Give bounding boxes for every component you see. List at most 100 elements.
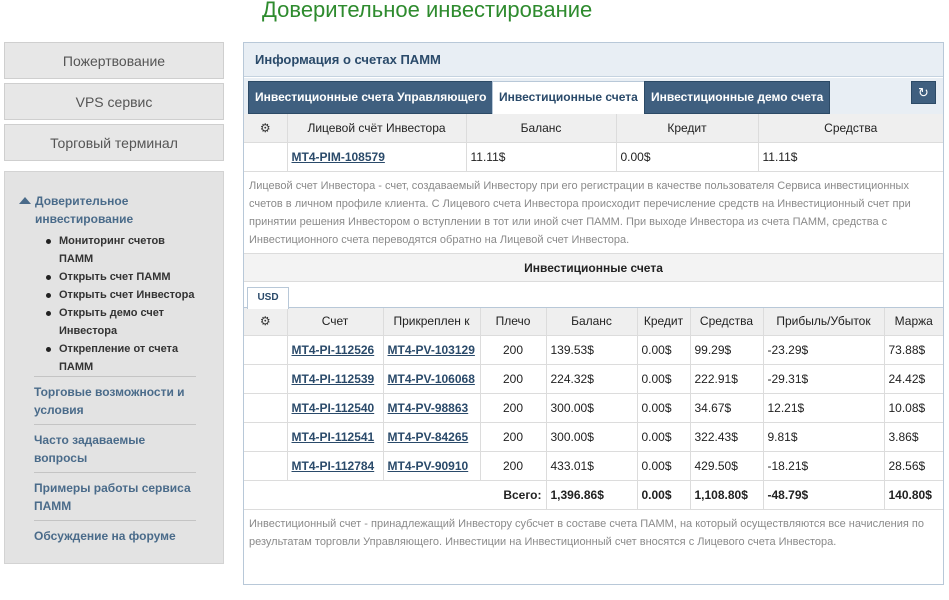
table-cell: 429.50$ xyxy=(690,451,764,481)
table-cell xyxy=(244,335,288,365)
account-link[interactable]: MT4-PI-112526 xyxy=(292,343,375,357)
tab-investment-accounts[interactable]: Инвестиционные счета xyxy=(492,81,645,115)
table-cell xyxy=(244,422,288,452)
table-cell: 28.56$ xyxy=(884,451,943,481)
table-cell xyxy=(244,364,288,394)
table-cell: MT4-PI-112526 xyxy=(287,335,384,365)
table-row: MT4-PI-112540 MT4-PV-98863 200 300.00$ 0… xyxy=(244,393,943,423)
panel-content: ⚙ Лицевой счёт Инвестора Баланс Кредит С… xyxy=(244,114,943,555)
table-cell: 0.00$ xyxy=(637,335,691,365)
table-cell: -29.31$ xyxy=(763,364,885,394)
table-cell: MT4-PI-112784 xyxy=(287,451,384,481)
table-row: MT4-PI-112539 MT4-PV-106068 200 224.32$ … xyxy=(244,364,943,394)
attached-account-link[interactable]: MT4-PV-90910 xyxy=(388,459,469,473)
refresh-icon: ↻ xyxy=(918,85,929,100)
column-header: Средства xyxy=(758,114,943,143)
table-cell: 24.42$ xyxy=(884,364,943,394)
submenu-item-open-pamm[interactable]: Открыть счет ПАММ xyxy=(46,268,195,286)
table-cell: 322.43$ xyxy=(690,422,764,452)
sidebar-button-vps[interactable]: VPS сервис xyxy=(4,83,224,120)
tab-currency-usd[interactable]: USD xyxy=(247,286,289,309)
table-cell: 139.53$ xyxy=(546,335,638,365)
sidebar-button-donation[interactable]: Пожертвование xyxy=(4,42,224,79)
table-row: MT4-PI-112541 MT4-PV-84265 200 300.00$ 0… xyxy=(244,422,943,452)
attached-account-link[interactable]: MT4-PV-103129 xyxy=(388,343,475,357)
total-pnl: -48.79$ xyxy=(763,480,885,510)
investor-account-note: Лицевой счет Инвестора - счет, создаваем… xyxy=(244,172,943,254)
menu-section-trust-investing: Доверительное инвестирование Мониторинг … xyxy=(19,192,195,376)
total-margin: 140.80$ xyxy=(884,480,943,510)
table-cell: 200 xyxy=(480,422,547,452)
table-cell: 200 xyxy=(480,335,547,365)
account-link[interactable]: MT4-PI-112541 xyxy=(292,430,375,444)
table-row: MT4-PI-112784 MT4-PV-90910 200 433.01$ 0… xyxy=(244,451,943,481)
table-cell: MT4-PV-106068 xyxy=(383,364,481,394)
menu-link-trading-conditions[interactable]: Торговые возможности и условия xyxy=(34,383,196,419)
table-row: MT4-PI-112526 MT4-PV-103129 200 139.53$ … xyxy=(244,335,943,365)
sidebar-button-terminal[interactable]: Торговый терминал xyxy=(4,124,224,161)
account-link[interactable]: MT4-PI-112540 xyxy=(292,401,375,415)
investment-account-note: Инвестиционный счет - принадлежащий Инве… xyxy=(249,518,924,548)
attached-account-link[interactable]: MT4-PV-106068 xyxy=(388,372,475,386)
investor-account-link[interactable]: MT4-PIM-108579 xyxy=(292,150,385,164)
settings-gear-icon[interactable]: ⚙ xyxy=(244,114,288,143)
column-header: Плечо xyxy=(480,307,547,336)
sidebar-menu: Доверительное инвестирование Мониторинг … xyxy=(4,171,224,564)
table-cell: 0.00$ xyxy=(637,451,691,481)
table-cell xyxy=(287,480,383,510)
submenu-item-detach[interactable]: Открепление от счета ПАММ xyxy=(46,340,195,376)
table-row: MT4-PIM-108579 11.11$ 0.00$ 11.11$ xyxy=(244,142,943,172)
table-cell: 12.21$ xyxy=(763,393,885,423)
column-header: Средства xyxy=(690,307,764,336)
menu-section-header[interactable]: Доверительное инвестирование xyxy=(19,192,195,228)
submenu-item-open-demo[interactable]: Открыть демо счет Инвестора xyxy=(46,304,195,340)
column-header: Кредит xyxy=(616,114,759,143)
column-header: Баланс xyxy=(546,307,638,336)
investor-account-table: ⚙ Лицевой счёт Инвестора Баланс Кредит С… xyxy=(244,114,943,172)
table-header-row: ⚙ Лицевой счёт Инвестора Баланс Кредит С… xyxy=(244,114,943,143)
account-link[interactable]: MT4-PI-112539 xyxy=(292,372,375,386)
table-cell: 73.88$ xyxy=(884,335,943,365)
table-cell xyxy=(244,451,288,481)
submenu-item-open-investor[interactable]: Открыть счет Инвестора xyxy=(46,286,195,304)
table-cell: 0.00$ xyxy=(637,422,691,452)
menu-link-examples[interactable]: Примеры работы сервиса ПАММ xyxy=(34,479,196,515)
column-header: Баланс xyxy=(466,114,617,143)
table-cell: 99.29$ xyxy=(690,335,764,365)
table-cell: MT4-PI-112539 xyxy=(287,364,384,394)
tab-demo-accounts[interactable]: Инвестиционные демо счета xyxy=(644,81,831,114)
investment-accounts-table: ⚙ Счет Прикреплен к Плечо Баланс Кредит … xyxy=(244,307,943,510)
column-header: Прикреплен к xyxy=(383,307,481,336)
table-cell: 11.11$ xyxy=(758,142,943,172)
table-cell: 433.01$ xyxy=(546,451,638,481)
table-cell: 10.08$ xyxy=(884,393,943,423)
account-link[interactable]: MT4-PI-112784 xyxy=(292,459,375,473)
table-total-row: Всего: 1,396.86$ 0.00$ 1,108.80$ -48.79$… xyxy=(244,480,943,510)
table-cell: 3.86$ xyxy=(884,422,943,452)
tab-bar: Инвестиционные счета Управляющего Инвест… xyxy=(244,78,943,115)
pamm-info-panel: Информация о счетах ПАММ Инвестиционные … xyxy=(243,42,944,585)
table-cell: 222.91$ xyxy=(690,364,764,394)
menu-divider xyxy=(34,472,196,473)
column-header: Кредит xyxy=(637,307,691,336)
table-cell: 200 xyxy=(480,451,547,481)
attached-account-link[interactable]: MT4-PV-98863 xyxy=(388,401,469,415)
table-cell: MT4-PI-112541 xyxy=(287,422,384,452)
table-cell: MT4-PIM-108579 xyxy=(287,142,467,172)
table-cell: -23.29$ xyxy=(763,335,885,365)
submenu-item-monitoring[interactable]: Мониторинг счетов ПАММ xyxy=(46,232,195,268)
menu-divider xyxy=(34,424,196,425)
menu-link-forum[interactable]: Обсуждение на форуме xyxy=(34,527,196,545)
attached-account-link[interactable]: MT4-PV-84265 xyxy=(388,430,469,444)
settings-gear-icon[interactable]: ⚙ xyxy=(244,307,288,336)
menu-link-faq[interactable]: Часто задаваемые вопросы xyxy=(34,431,196,467)
table-cell: MT4-PI-112540 xyxy=(287,393,384,423)
table-cell: 11.11$ xyxy=(466,142,617,172)
total-credit: 0.00$ xyxy=(637,480,691,510)
table-cell: MT4-PV-103129 xyxy=(383,335,481,365)
table-cell: MT4-PV-84265 xyxy=(383,422,481,452)
table-cell xyxy=(383,480,480,510)
refresh-button[interactable]: ↻ xyxy=(911,81,936,104)
tab-manager-accounts[interactable]: Инвестиционные счета Управляющего xyxy=(248,81,494,114)
table-cell: MT4-PV-98863 xyxy=(383,393,481,423)
